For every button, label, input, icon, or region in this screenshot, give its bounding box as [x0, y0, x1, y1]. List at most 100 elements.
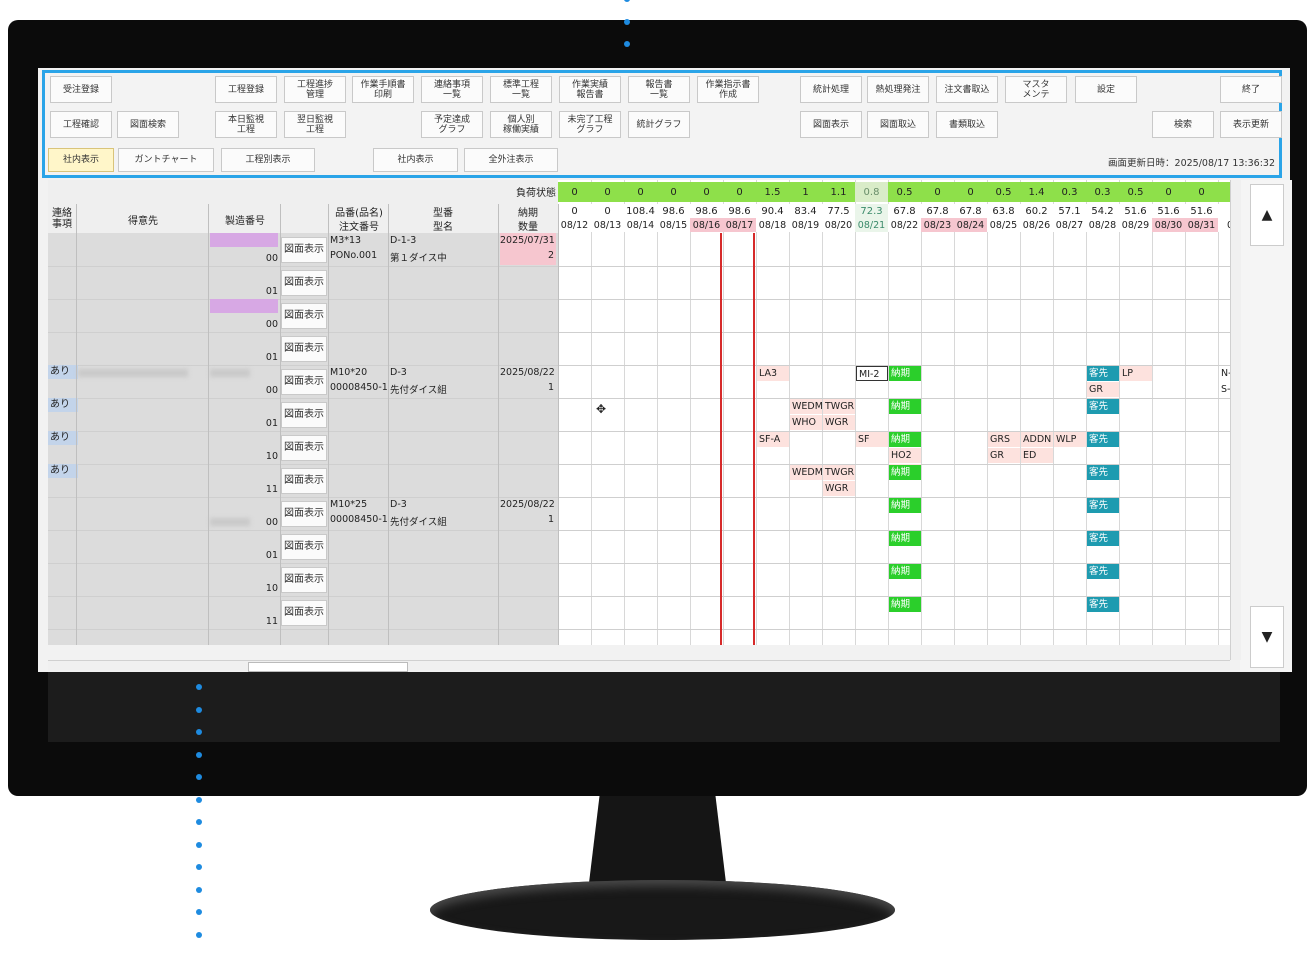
task-tag[interactable]: LA3 [757, 366, 789, 381]
drawing-view-button[interactable]: 図面表示 [281, 468, 327, 494]
die-number: D-3 [390, 499, 407, 510]
toolbar-btn2-3[interactable]: 翌日監視 工程 [284, 111, 346, 138]
toolbar-btn2-10[interactable]: 書類取込 [936, 111, 998, 138]
task-tag[interactable]: WGR [823, 481, 855, 496]
task-tag[interactable]: WHO [790, 415, 822, 430]
task-tag[interactable]: 客先 [1087, 564, 1119, 579]
drawing-view-button[interactable]: 図面表示 [281, 303, 327, 329]
rate-cell-0: 0 [558, 204, 591, 218]
toolbar-btn2-8[interactable]: 図面表示 [800, 111, 862, 138]
task-tag[interactable]: TWGR [823, 399, 855, 414]
task-tag[interactable]: SF-A [757, 432, 789, 447]
toolbar-btn-5[interactable]: 標準工程 一覧 [490, 76, 552, 103]
toolbar-btn2-12[interactable]: 表示更新 [1220, 111, 1282, 138]
vertical-scrollbar[interactable] [1230, 180, 1241, 660]
task-tag[interactable]: 客先 [1087, 498, 1119, 513]
drawing-view-button[interactable]: 図面表示 [281, 270, 327, 296]
toolbar-btn-7[interactable]: 報告書 一覧 [628, 76, 690, 103]
seq-number: 00 [265, 517, 278, 528]
scroll-up-button[interactable]: ▲ [1250, 184, 1284, 246]
task-tag[interactable]: TWGR [823, 465, 855, 480]
toolbar-btn-8[interactable]: 作業指示書 作成 [697, 76, 759, 103]
toolbar-btn2-11[interactable]: 検索 [1152, 111, 1214, 138]
date-cell-5: 08/17 [723, 218, 756, 232]
task-tag[interactable]: GR [1087, 382, 1119, 397]
task-tag[interactable]: 納期 [889, 564, 921, 579]
renraku-flag: あり [48, 464, 78, 478]
toolbar-btn-14[interactable]: 終了 [1220, 76, 1282, 103]
task-tag[interactable]: WEDM [790, 399, 823, 414]
view-tab-3[interactable]: 社内表示 [373, 148, 458, 172]
task-tag[interactable]: 客先 [1087, 399, 1119, 414]
drawing-view-button[interactable]: 図面表示 [281, 237, 327, 263]
task-tag[interactable]: 客先 [1087, 597, 1119, 612]
task-tag[interactable]: SF [856, 432, 888, 447]
load-cell-2: 0 [624, 182, 657, 202]
scroll-down-button[interactable]: ▼ [1250, 606, 1284, 668]
drawing-view-button[interactable]: 図面表示 [281, 534, 327, 560]
task-tag[interactable]: GRS [988, 432, 1020, 447]
task-tag[interactable]: 納期 [889, 432, 921, 447]
task-tag[interactable]: 納期 [889, 597, 921, 612]
toolbar-btn-4[interactable]: 連絡事項 一覧 [421, 76, 483, 103]
toolbar-btn2-9[interactable]: 図面取込 [867, 111, 929, 138]
toolbar-btn-11[interactable]: 注文書取込 [936, 76, 998, 103]
seq-number: 00 [265, 253, 278, 264]
toolbar-btn2-6[interactable]: 未完了工程 グラフ [559, 111, 621, 138]
toolbar-btn-10[interactable]: 熱処理発注 [867, 76, 929, 103]
horizontal-scroll-thumb[interactable] [248, 662, 408, 672]
task-tag[interactable]: 納期 [889, 531, 921, 546]
load-cell-13: 0.5 [987, 182, 1020, 202]
view-tab-2[interactable]: 工程別表示 [221, 148, 315, 172]
task-tag[interactable]: S-I [1219, 382, 1230, 397]
toolbar-btn2-5[interactable]: 個人別 稼働実績 [490, 111, 552, 138]
toolbar-btn-12[interactable]: マスタ メンテ [1005, 76, 1067, 103]
toolbar-btn2-7[interactable]: 統計グラフ [628, 111, 690, 138]
toolbar-btn-9[interactable]: 統計処理 [800, 76, 862, 103]
view-tab-0[interactable]: 社内表示 [48, 148, 114, 172]
drawing-view-button[interactable]: 図面表示 [281, 501, 327, 527]
toolbar-btn2-2[interactable]: 本日監視 工程 [215, 111, 277, 138]
drawing-view-button[interactable]: 図面表示 [281, 600, 327, 626]
toolbar-btn2-0[interactable]: 工程確認 [50, 111, 112, 138]
drawing-view-button[interactable]: 図面表示 [281, 435, 327, 461]
toolbar-btn2-4[interactable]: 予定達成 グラフ [421, 111, 483, 138]
view-tab-4[interactable]: 全外注表示 [464, 148, 558, 172]
toolbar-btn2-1[interactable]: 図面検索 [117, 111, 179, 138]
toolbar-btn-1[interactable]: 工程登録 [215, 76, 277, 103]
task-tag[interactable]: GR [988, 448, 1020, 463]
toolbar-btn-0[interactable]: 受注登録 [50, 76, 112, 103]
date-cell-13: 08/25 [987, 218, 1020, 232]
task-tag[interactable]: 客先 [1087, 432, 1119, 447]
drawing-view-button[interactable]: 図面表示 [281, 369, 327, 395]
task-tag[interactable]: 客先 [1087, 531, 1119, 546]
drawing-view-button[interactable]: 図面表示 [281, 402, 327, 428]
drawing-view-button[interactable]: 図面表示 [281, 567, 327, 593]
rate-cell-15: 57.1 [1053, 204, 1086, 218]
task-tag[interactable]: WEDM [790, 465, 823, 480]
load-cell-14: 1.4 [1020, 182, 1053, 202]
toolbar-btn-13[interactable]: 設定 [1075, 76, 1137, 103]
toolbar-btn-2[interactable]: 工程進捗 管理 [284, 76, 346, 103]
date-cell-17: 08/29 [1119, 218, 1152, 232]
task-tag[interactable]: WGR [823, 415, 855, 430]
task-tag[interactable]: 納期 [889, 498, 921, 513]
view-tab-1[interactable]: ガントチャート [118, 148, 214, 172]
drawing-view-button[interactable]: 図面表示 [281, 336, 327, 362]
seq-number: 00 [265, 319, 278, 330]
toolbar-btn-3[interactable]: 作業手順書 印刷 [352, 76, 414, 103]
task-tag[interactable]: WLP [1054, 432, 1086, 447]
task-tag[interactable]: 客先 [1087, 366, 1119, 381]
toolbar-btn-6[interactable]: 作業実績 報告書 [559, 76, 621, 103]
task-tag[interactable]: 納期 [889, 366, 921, 381]
task-tag[interactable]: N-I [1219, 366, 1230, 381]
task-tag[interactable]: MI-2 [856, 366, 888, 381]
task-tag[interactable]: 納期 [889, 399, 921, 414]
task-tag[interactable]: 納期 [889, 465, 921, 480]
horizontal-scrollbar[interactable] [48, 660, 1230, 672]
task-tag[interactable]: ADDN [1021, 432, 1053, 447]
task-tag[interactable]: ED [1021, 448, 1053, 463]
task-tag[interactable]: LP [1120, 366, 1152, 381]
task-tag[interactable]: 客先 [1087, 465, 1119, 480]
task-tag[interactable]: HO2 [889, 448, 921, 463]
